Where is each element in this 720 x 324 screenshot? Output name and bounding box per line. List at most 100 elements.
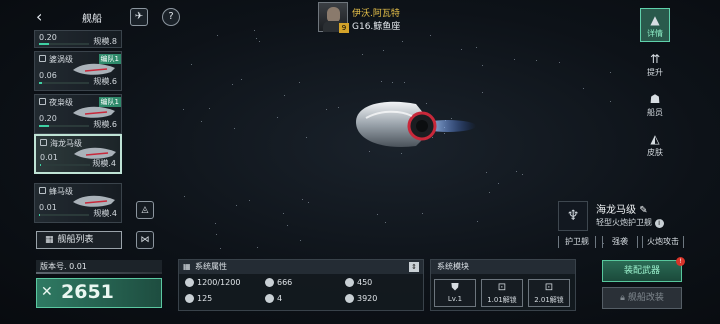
equip-weapon-label: 装配武器 <box>623 266 660 276</box>
ship-modify-button[interactable]: 🔒︎ 舰船改装 <box>602 287 682 309</box>
system-modules-header: 系统模块 <box>431 260 575 274</box>
ship-card-name: 夜枭级 <box>49 98 73 107</box>
ship-card-progress <box>39 43 89 45</box>
ship-card-scale: 规模.6 <box>93 77 117 86</box>
ship-class-icon <box>39 187 46 194</box>
star <box>220 247 222 249</box>
module-slot[interactable]: ⛊ Lv.1 <box>434 279 476 307</box>
star <box>236 204 238 206</box>
nav-tab[interactable]: ☗ 船员 <box>640 88 670 122</box>
ship-card-value: 0.20 <box>39 33 57 42</box>
attribute-value: 450 <box>357 278 373 287</box>
star <box>276 116 278 118</box>
combat-power-value: 2651 <box>61 281 114 303</box>
attribute-value: 666 <box>277 278 293 287</box>
star <box>521 173 523 175</box>
star <box>255 38 257 40</box>
attribute-value: 4 <box>277 294 283 303</box>
star <box>231 83 233 85</box>
lock-icon: 🔒︎ <box>620 293 625 303</box>
star <box>380 81 382 83</box>
attribute-stat: 1200/1200 <box>185 278 240 287</box>
selected-ship-render <box>356 101 476 147</box>
ship-card-progress <box>39 82 89 84</box>
crew-icon: ☗ <box>649 92 661 106</box>
nav-tab[interactable]: ⇈ 提升 <box>640 48 670 82</box>
star <box>475 46 477 48</box>
star <box>215 233 217 235</box>
ship-card-value: 0.01 <box>39 203 57 212</box>
ship-card[interactable]: 海龙马级 0.01 规模.4 <box>34 134 122 174</box>
ship-name: 海龙马级 ✎ <box>596 201 648 216</box>
star <box>307 201 309 203</box>
ship-card-progress <box>39 214 89 216</box>
nav-tab[interactable]: ▲ 详情 <box>640 8 670 42</box>
lock-icon: ⊡ <box>544 282 554 293</box>
system-modules-title: 系统模块 <box>437 262 469 271</box>
ship-card-value: 0.06 <box>39 71 57 80</box>
star <box>361 53 363 55</box>
module-slot[interactable]: ⊡ 2.01解锁 <box>528 279 570 307</box>
detail-icon: ▲ <box>650 13 660 27</box>
ship-card-name: 婆涡级 <box>49 55 73 64</box>
system-attributes-title: 系统属性 <box>195 262 227 271</box>
attribute-value: 125 <box>197 294 213 303</box>
ship-card[interactable]: 婆涡级 编队1 0.06 规模.6 <box>34 51 122 91</box>
star <box>287 224 289 226</box>
star <box>216 34 218 36</box>
lock-icon: ⊡ <box>497 282 507 293</box>
nav-tab-label: 提升 <box>647 68 663 77</box>
star <box>301 198 303 200</box>
star <box>283 212 285 214</box>
captain-avatar: 9 <box>318 2 349 33</box>
ship-card-scale: 规模.4 <box>93 209 117 218</box>
rocket-button[interactable]: ✈ <box>130 8 148 26</box>
help-button[interactable]: ? <box>162 8 180 26</box>
star <box>215 223 217 225</box>
star <box>305 137 307 139</box>
star <box>254 30 256 32</box>
system-attributes-header[interactable]: ▦ 系统属性 ⇕ <box>179 260 423 274</box>
structure-icon <box>185 278 194 287</box>
star <box>482 91 484 93</box>
nav-tab[interactable]: ◭ 皮肤 <box>640 128 670 162</box>
star <box>325 108 327 110</box>
star <box>382 49 384 51</box>
fleet-filter-button[interactable]: ◬ <box>136 201 154 219</box>
ship-card[interactable]: 夜枭级 编队1 0.20 规模.6 <box>34 94 122 134</box>
star <box>583 88 585 90</box>
ship-card-scale: 规模.6 <box>93 120 117 129</box>
module-slot[interactable]: ⊡ 1.01解锁 <box>481 279 523 307</box>
star <box>404 81 406 83</box>
star <box>421 212 423 214</box>
ship-tag: 强袭 <box>602 236 638 248</box>
back-button[interactable]: ‹ <box>36 8 54 26</box>
cargo-icon <box>345 294 354 303</box>
attribute-stat: 666 <box>265 278 292 287</box>
edit-icon[interactable]: ✎ <box>639 205 647 216</box>
sort-button[interactable]: ⋈ <box>136 231 154 249</box>
star <box>249 200 251 202</box>
combat-power: ✕ 2651 <box>36 278 162 308</box>
ship-list-button[interactable]: ▦ 舰船列表 <box>36 231 122 249</box>
sort-icon: ⋈ <box>140 235 150 245</box>
captain-name: 伊沃.阿瓦特 <box>352 9 400 19</box>
expand-icon[interactable]: ⇕ <box>409 262 419 272</box>
question-icon: ? <box>168 11 174 22</box>
star <box>486 172 488 174</box>
info-icon[interactable]: i <box>654 219 664 228</box>
system-attributes-panel: ▦ 系统属性 ⇕ 1200/1200 666 450 125 4 3920 <box>178 259 424 311</box>
ship-tag: 护卫舰 <box>558 236 596 248</box>
nav-tab-label: 皮肤 <box>647 148 663 157</box>
equip-weapon-button[interactable]: 装配武器! <box>602 257 685 282</box>
star <box>300 240 302 242</box>
ship-class-emblem: ♆ <box>558 201 588 231</box>
skin-icon: ◭ <box>650 132 660 146</box>
ship-card-value: 0.20 <box>39 114 57 123</box>
star <box>259 41 261 43</box>
ship-card[interactable]: 蜂马级 0.01 规模.4 <box>34 183 122 223</box>
nav-tab-label: 详情 <box>647 29 663 38</box>
star <box>338 107 340 108</box>
ship-card-progress <box>39 125 89 127</box>
ship-card-partial[interactable]: 0.20 规模.8 <box>34 30 122 48</box>
